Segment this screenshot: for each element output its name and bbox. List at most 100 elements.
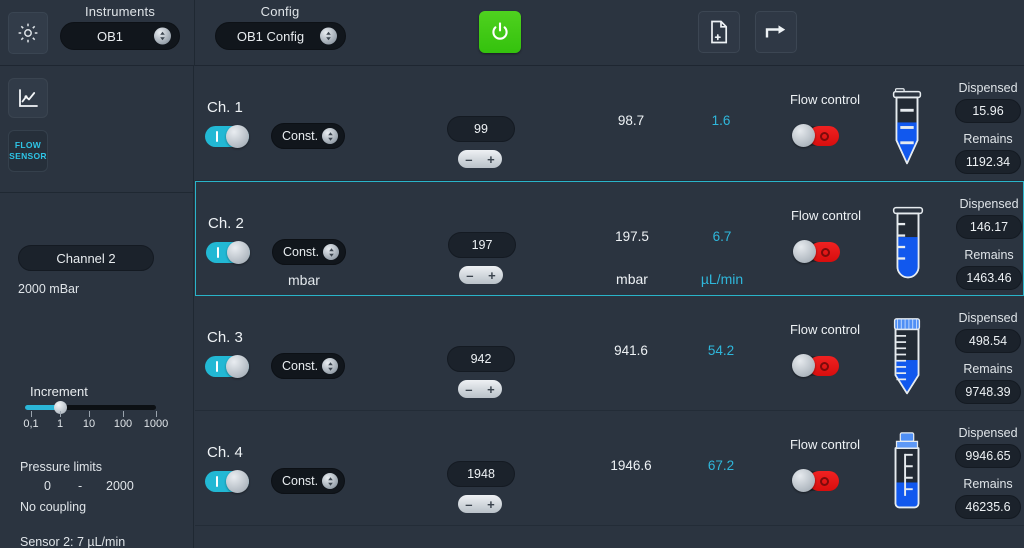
channel-mode-select[interactable]: Const.	[271, 123, 345, 149]
channel-mode-select[interactable]: Const.	[271, 468, 345, 494]
remains-value: 46235.6	[955, 495, 1021, 519]
measured-pressure-value: 98.7	[617, 113, 645, 128]
increment-tick-mark	[123, 411, 124, 417]
setpoint-stepper[interactable]: – +	[458, 495, 502, 513]
increment-slider[interactable]	[25, 401, 156, 414]
channel-enable-toggle[interactable]	[205, 125, 249, 148]
pressure-limit-min: 0	[44, 479, 51, 493]
measured-flow-value: 67.2	[707, 458, 735, 473]
increment-tick-mark	[31, 411, 32, 417]
channel-name-label: Ch. 2	[208, 215, 244, 232]
increment-tick-label: 0,1	[23, 418, 39, 430]
chevron-updown-icon	[154, 27, 171, 45]
flow-control-toggle[interactable]	[792, 469, 839, 492]
dispensed-label: Dispensed	[959, 197, 1019, 211]
channel-row[interactable]: Ch. 4 Const. 1948– +1946.6 67.2 Flow control D…	[195, 411, 1024, 526]
channel-enable-toggle[interactable]	[206, 241, 250, 264]
config-select[interactable]: OB1 Config	[215, 22, 346, 50]
stepper-plus-button[interactable]: +	[487, 498, 495, 511]
increment-tick-mark	[60, 411, 61, 417]
dispensed-label: Dispensed	[958, 81, 1018, 95]
toggle-knob[interactable]	[226, 355, 249, 378]
app-root: Instruments OB1 Config OB1 Config FLOW S…	[0, 0, 1024, 548]
sensor-info: Sensor 2: 7 µL/min	[20, 535, 126, 548]
sidebar-divider	[0, 192, 194, 193]
measured-flow-value: 6.7	[712, 229, 732, 244]
setpoint-unit-label: mbar	[288, 272, 320, 288]
chart-view-button[interactable]	[8, 78, 48, 118]
config-label: Config	[260, 4, 300, 19]
channel-rows: Ch. 1 Const. 99– +98.7 1.6 Flow control Dispen…	[195, 66, 1024, 548]
flow-control-toggle[interactable]	[792, 354, 839, 377]
stepper-plus-button[interactable]: +	[487, 153, 495, 166]
settings-button[interactable]	[8, 12, 48, 54]
stepper-minus-button[interactable]: –	[465, 153, 472, 166]
setpoint-stepper[interactable]: – +	[458, 150, 502, 168]
setpoint-input[interactable]: 1948	[447, 461, 515, 487]
setpoint-input[interactable]: 99	[447, 116, 515, 142]
toggle-on-mark	[216, 476, 218, 487]
config-value: OB1 Config	[236, 28, 305, 44]
stepper-plus-button[interactable]: +	[488, 269, 496, 282]
reservoir-vessel-eppendorf-tube	[881, 84, 933, 170]
increment-label: Increment	[30, 384, 88, 399]
toggle-knob[interactable]	[227, 241, 250, 264]
channel-mode-value: Const.	[282, 129, 319, 143]
instruments-label: Instruments	[84, 4, 156, 19]
new-document-icon	[711, 20, 728, 44]
channel-row[interactable]: Ch. 1 Const. 99– +98.7 1.6 Flow control Dispen…	[195, 66, 1024, 181]
channel-row[interactable]: Ch. 3 Const. 942– +941.6 54.2 Flow control Dis…	[195, 296, 1024, 411]
instruments-select[interactable]: OB1	[60, 22, 180, 50]
coupling-status: No coupling	[20, 500, 87, 514]
reservoir-vessel-falcon-tube	[881, 314, 933, 400]
toggle-on-mark	[216, 361, 218, 372]
measured-pressure-value: 1946.6	[610, 458, 652, 473]
measured-pressure-unit: mbar	[616, 271, 648, 287]
channel-mode-select[interactable]: Const.	[271, 353, 345, 379]
stepper-minus-button[interactable]: –	[466, 269, 473, 282]
channel-mode-select[interactable]: Const.	[272, 239, 346, 265]
channel-row[interactable]: Ch. 2 Const. mbar 197– +197.5 mbar 6.7 µL/min Fl…	[195, 181, 1024, 296]
channel-enable-toggle[interactable]	[205, 355, 249, 378]
pressure-limit-max: 2000	[106, 479, 134, 493]
instruments-value: OB1	[96, 28, 123, 44]
power-icon	[492, 22, 508, 40]
max-pressure-text: 2000 mBar	[18, 282, 80, 296]
increment-tick-mark	[156, 411, 157, 417]
chevron-updown-icon	[323, 244, 339, 260]
stepper-plus-button[interactable]: +	[487, 383, 495, 396]
setpoint-stepper[interactable]: – +	[458, 380, 502, 398]
flow-control-knob[interactable]	[792, 124, 815, 147]
reservoir-vessel-bottle	[881, 429, 933, 515]
remains-value: 9748.39	[955, 380, 1021, 404]
channel-name-label: Ch. 1	[207, 99, 243, 116]
channel-enable-toggle[interactable]	[205, 470, 249, 493]
stepper-minus-button[interactable]: –	[465, 498, 472, 511]
dispensed-label: Dispensed	[958, 311, 1018, 325]
flow-control-knob[interactable]	[792, 354, 815, 377]
chevron-updown-icon	[320, 27, 337, 45]
toggle-knob[interactable]	[226, 470, 249, 493]
flow-control-knob[interactable]	[793, 240, 816, 263]
setpoint-input[interactable]: 942	[447, 346, 515, 372]
increment-tick-label: 10	[82, 418, 96, 430]
export-arrow-icon	[765, 25, 786, 38]
remains-label: Remains	[963, 477, 1013, 491]
dispensed-label: Dispensed	[958, 426, 1018, 440]
toggle-knob[interactable]	[226, 125, 249, 148]
channel-selector[interactable]: Channel 2	[18, 245, 154, 271]
flow-control-toggle[interactable]	[793, 240, 840, 263]
export-button[interactable]	[755, 11, 797, 53]
increment-tick-label: 1	[56, 418, 64, 430]
power-button[interactable]	[479, 11, 521, 53]
dispensed-value: 9946.65	[955, 444, 1021, 468]
stepper-minus-button[interactable]: –	[465, 383, 472, 396]
pressure-limits-label: Pressure limits	[20, 460, 102, 474]
flow-sensor-button[interactable]: FLOW SENSOR	[8, 130, 48, 172]
toggle-on-mark	[216, 131, 218, 142]
flow-control-knob[interactable]	[792, 469, 815, 492]
new-document-button[interactable]	[698, 11, 740, 53]
setpoint-stepper[interactable]: – +	[459, 266, 503, 284]
setpoint-input[interactable]: 197	[448, 232, 516, 258]
flow-control-toggle[interactable]	[792, 124, 839, 147]
